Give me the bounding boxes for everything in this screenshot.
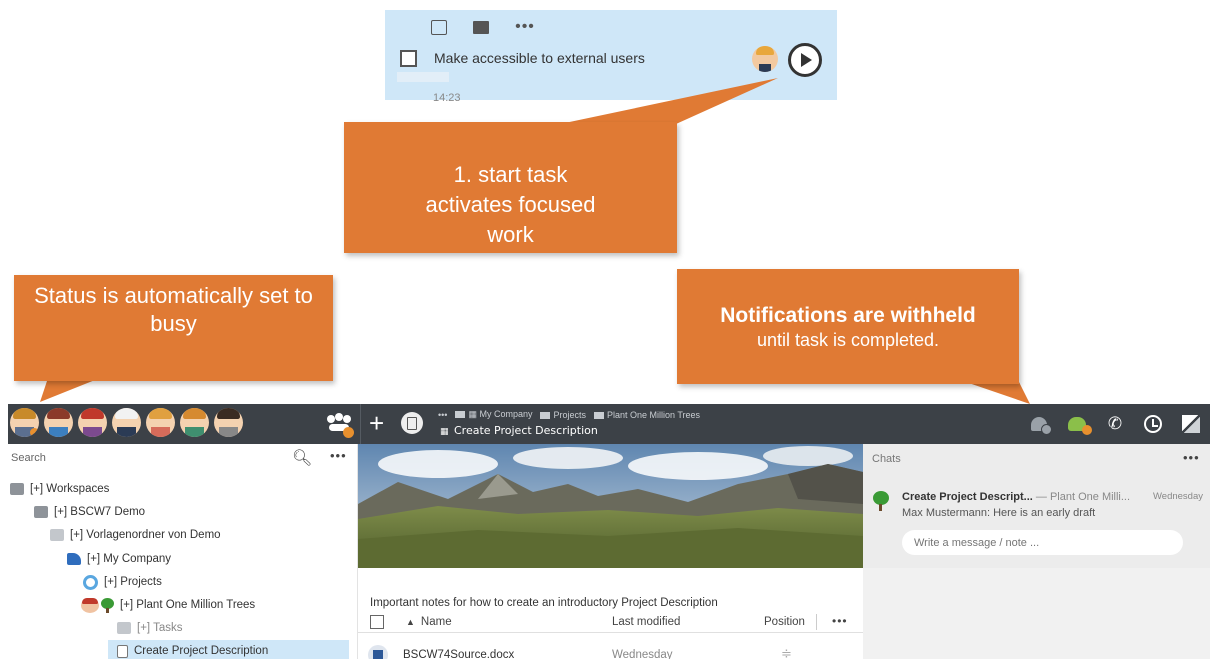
task-label: Make accessible to external users bbox=[434, 50, 645, 66]
notifications-callout-subtitle: until task is completed. bbox=[756, 330, 940, 350]
start-task-button[interactable] bbox=[788, 43, 822, 77]
task-time: 14:23 bbox=[433, 92, 461, 104]
sort-asc-icon: ▲ bbox=[406, 617, 415, 627]
divider bbox=[816, 614, 817, 630]
user-avatar[interactable] bbox=[78, 408, 107, 437]
team-group-icon[interactable] bbox=[327, 413, 354, 438]
withheld-notifications-icon[interactable] bbox=[1058, 404, 1096, 444]
add-button[interactable]: + bbox=[369, 408, 384, 438]
tree-item-my-company[interactable]: [+] My Company bbox=[67, 548, 171, 570]
more-icon[interactable]: ••• bbox=[515, 18, 535, 36]
top-bar-actions: ✆ bbox=[1020, 404, 1210, 444]
task-document-icon bbox=[117, 644, 128, 658]
workspaces-icon bbox=[10, 483, 24, 495]
chats-label: Chats bbox=[872, 453, 901, 465]
template-folder-icon bbox=[50, 529, 64, 541]
timer-icon[interactable] bbox=[431, 19, 447, 35]
folder-icon bbox=[34, 506, 48, 518]
note-icon[interactable] bbox=[473, 20, 489, 34]
breadcrumb-item[interactable]: Projects bbox=[540, 410, 586, 420]
drag-handle-icon[interactable]: ≑ bbox=[781, 646, 792, 659]
notifications-callout-title: Notifications are withheld bbox=[720, 304, 976, 327]
team-avatars bbox=[10, 408, 243, 437]
assignee-avatar bbox=[752, 46, 778, 72]
chat-panel: Chats ••• Create Project Descript... — P… bbox=[863, 444, 1210, 659]
breadcrumb-more[interactable]: ••• bbox=[438, 410, 447, 420]
mountain-landscape-image bbox=[358, 444, 863, 568]
grid-icon: ▦ bbox=[468, 409, 480, 419]
chat-last-message: Max Mustermann: Here is an early draft bbox=[902, 507, 1096, 519]
tree-item-plant-one-million-trees[interactable]: [+] Plant One Million Trees bbox=[81, 594, 255, 616]
task-toolbar: ••• bbox=[431, 18, 535, 36]
navigation-tree-panel: Search 🔍︎ ••• [+] Workspaces [+] BSCW7 D… bbox=[8, 444, 358, 659]
column-last-modified[interactable]: Last modified bbox=[612, 616, 680, 628]
more-icon[interactable]: ••• bbox=[1183, 450, 1200, 465]
status-callout-text: Status is automatically set to busy bbox=[34, 283, 313, 336]
group-badge bbox=[343, 427, 354, 438]
divider bbox=[360, 404, 361, 444]
tree-search-row: Search 🔍︎ ••• bbox=[8, 444, 358, 472]
start-task-callout-text: 1. start task activates focused work bbox=[425, 162, 596, 247]
folder-icon bbox=[455, 411, 466, 418]
more-icon[interactable]: ••• bbox=[330, 448, 347, 463]
phone-icon[interactable]: ✆ bbox=[1096, 404, 1134, 444]
member-avatar-icon bbox=[81, 597, 99, 613]
projects-icon bbox=[83, 574, 98, 590]
content-area: Important notes for how to create an int… bbox=[358, 444, 863, 659]
folder-icon bbox=[540, 411, 551, 419]
page-title: ▦ Create Project Description bbox=[440, 424, 598, 437]
notifications-callout: Notifications are withheld until task is… bbox=[677, 269, 1019, 384]
tree-item-vorlagenordner[interactable]: [+] Vorlagenordner von Demo bbox=[50, 524, 221, 546]
tree-icon bbox=[873, 491, 889, 511]
tree-icon bbox=[101, 597, 114, 613]
search-icon[interactable]: 🔍︎ bbox=[292, 448, 312, 468]
user-avatar[interactable] bbox=[44, 408, 73, 437]
chat-list: Chats ••• Create Project Descript... — P… bbox=[863, 444, 1210, 568]
tree-item-tasks[interactable]: [+] Tasks bbox=[117, 617, 183, 639]
folder-icon bbox=[594, 411, 604, 419]
notifications-bell-icon[interactable] bbox=[1020, 404, 1058, 444]
more-icon[interactable]: ••• bbox=[832, 614, 848, 628]
status-callout: Status is automatically set to busy bbox=[14, 275, 333, 381]
user-avatar-busy[interactable] bbox=[10, 408, 39, 437]
chat-title[interactable]: Create Project Descript... — Plant One M… bbox=[902, 491, 1130, 503]
tree-item-projects[interactable]: [+] Projects bbox=[83, 571, 162, 593]
status-callout-tail bbox=[40, 378, 100, 402]
user-avatar[interactable] bbox=[180, 408, 209, 437]
tasks-icon bbox=[117, 622, 131, 634]
company-icon bbox=[67, 553, 81, 565]
breadcrumb: ••• ▦ My Company Projects Plant One Mill… bbox=[438, 409, 700, 420]
app-top-bar: + ••• ▦ My Company Projects Plant One Mi… bbox=[8, 404, 1210, 444]
word-document-icon bbox=[368, 645, 388, 659]
task-card: ••• Make accessible to external users 14… bbox=[385, 10, 837, 104]
message-input[interactable] bbox=[902, 530, 1183, 555]
user-avatar[interactable] bbox=[146, 408, 175, 437]
table-header: ▲ Name Last modified Position ••• bbox=[358, 611, 863, 633]
breadcrumb-item[interactable]: ▦ My Company bbox=[455, 409, 532, 420]
play-icon bbox=[801, 53, 812, 67]
search-label[interactable]: Search bbox=[11, 452, 46, 464]
column-name[interactable]: ▲ Name bbox=[406, 616, 452, 628]
clipboard-icon[interactable] bbox=[401, 412, 423, 434]
column-position[interactable]: Position bbox=[764, 616, 805, 628]
grid-icon: ▦ bbox=[440, 427, 449, 437]
bscw-logo-icon[interactable] bbox=[1172, 404, 1210, 444]
user-avatar[interactable] bbox=[214, 408, 243, 437]
busy-status-icon bbox=[30, 428, 39, 437]
select-all-checkbox[interactable] bbox=[370, 615, 384, 629]
task-meta-strip bbox=[397, 72, 449, 82]
table-row[interactable]: BSCW74Source.docx Wednesday ≑ bbox=[358, 641, 863, 659]
breadcrumb-item[interactable]: Plant One Million Trees bbox=[594, 410, 700, 420]
file-name[interactable]: BSCW74Source.docx bbox=[403, 649, 514, 659]
chat-date: Wednesday bbox=[1153, 491, 1203, 502]
tree-item-workspaces[interactable]: [+] Workspaces bbox=[10, 478, 109, 500]
task-checkbox[interactable] bbox=[400, 50, 417, 67]
file-modified: Wednesday bbox=[612, 649, 673, 659]
user-avatar[interactable] bbox=[112, 408, 141, 437]
clock-icon[interactable] bbox=[1134, 404, 1172, 444]
folder-notes: Important notes for how to create an int… bbox=[370, 597, 718, 609]
tree-item-create-project-description[interactable]: Create Project Description bbox=[108, 640, 349, 659]
start-task-callout: 1. start task activates focused work bbox=[344, 122, 677, 253]
tree-item-bscw7-demo[interactable]: [+] BSCW7 Demo bbox=[34, 501, 145, 523]
